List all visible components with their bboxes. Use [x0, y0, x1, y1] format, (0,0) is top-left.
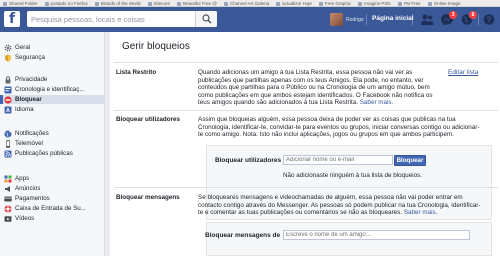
- ads-icon: [4, 185, 12, 193]
- bookmark[interactable]: Imagine PSD: [355, 0, 395, 6]
- bookmark[interactable]: FM Free: [395, 0, 425, 6]
- quick-help-button[interactable]: ?: [482, 13, 496, 26]
- sidebar-item-bloquear[interactable]: Bloquear: [0, 95, 104, 104]
- avatar: [330, 13, 343, 26]
- block-users-label: Bloquear utilizadores: [116, 116, 181, 123]
- facebook-logo[interactable]: f: [4, 11, 20, 27]
- sidebar-item-caixa-entrada-suporte[interactable]: Caixa de Entrada de Su...: [0, 204, 104, 213]
- bookmark-icon: [397, 1, 402, 6]
- top-navigation-bar: f Rodrigo Página inicial 3 8 ?: [0, 7, 500, 32]
- bookmark-icon: [94, 1, 99, 6]
- sidebar-item-notificacoes[interactable]: Notificações: [0, 129, 104, 138]
- divider: [478, 14, 479, 25]
- language-icon: A: [4, 106, 12, 114]
- mobile-icon: [4, 139, 12, 148]
- learn-more-link[interactable]: Saber mais.: [360, 99, 394, 106]
- sidebar-item-idioma[interactable]: A Idioma: [0, 105, 104, 114]
- inbox-icon: [4, 204, 12, 213]
- search-input[interactable]: [27, 11, 195, 27]
- edit-list-link[interactable]: Editar lista: [448, 69, 478, 76]
- divider: [412, 14, 413, 25]
- divider: [114, 62, 498, 63]
- bookmark[interactable]: Online Image: [425, 0, 465, 6]
- lock-icon: [4, 75, 12, 84]
- restricted-list-label: Lista Restrito: [116, 69, 157, 76]
- bookmark[interactable]: actualizar Hoje: [273, 0, 316, 6]
- message-count-badge: 3: [449, 11, 457, 19]
- shield-icon: [4, 54, 12, 62]
- search-icon: [202, 14, 212, 24]
- bookmark[interactable]: Brands of the World: [92, 0, 145, 6]
- sidebar-item-apps[interactable]: Apps: [0, 174, 104, 183]
- settings-sidebar: Geral Segurança Privacidade Cronologia e…: [0, 32, 105, 256]
- block-messages-input[interactable]: [283, 230, 470, 240]
- sidebar-item-telemovel[interactable]: Telemóvel: [0, 139, 104, 148]
- messages-button[interactable]: 3: [440, 11, 457, 26]
- bookmark-icon: [3, 1, 7, 6]
- restricted-list-description: Quando adicionas um amigo à tua Lista Re…: [198, 69, 433, 107]
- block-users-description: Assim que bloqueias alguém, essa pessoa …: [198, 116, 480, 139]
- friends-icon: [421, 14, 434, 25]
- sidebar-item-cronologia[interactable]: Cronologia e identificaç...: [0, 85, 104, 94]
- rss-icon: [4, 150, 12, 158]
- bookmark-icon: [276, 1, 281, 6]
- bookmark-icon: [44, 1, 49, 6]
- svg-text:?: ?: [487, 15, 492, 24]
- divider: [114, 110, 498, 111]
- page-title: Gerir bloqueios: [122, 41, 190, 52]
- friend-requests-button[interactable]: [420, 13, 434, 26]
- block-button[interactable]: Bloquear: [394, 155, 426, 166]
- block-icon: [4, 95, 12, 104]
- empty-block-list-note: Não adicionaste ninguém à tua lista de b…: [283, 172, 422, 179]
- timeline-icon: [4, 86, 12, 94]
- sidebar-item-anuncios[interactable]: Anúncios: [0, 184, 104, 193]
- bookmark-icon: [177, 1, 182, 6]
- notifications-button[interactable]: 8: [460, 11, 477, 26]
- home-link[interactable]: Página inicial: [372, 15, 414, 22]
- bookmark[interactable]: Channel Art Galeria: [221, 0, 273, 6]
- bookmark[interactable]: Sitecore: [145, 0, 175, 6]
- bookmark[interactable]: Beautiful Free @: [174, 0, 221, 6]
- sidebar-item-publicacoes-publicas[interactable]: Publicações públicas: [0, 149, 104, 158]
- apps-icon: [4, 175, 12, 183]
- bookmark-icon: [223, 1, 228, 6]
- sidebar-item-geral[interactable]: Geral: [0, 43, 104, 52]
- bookmark-icon: [358, 1, 363, 6]
- sidebar-item-pagamentos[interactable]: Pagamentos: [0, 194, 104, 203]
- gear-icon: [4, 44, 12, 52]
- profile-link[interactable]: Rodrigo: [330, 13, 364, 26]
- bookmark[interactable]: postado no Firefox: [42, 0, 92, 6]
- block-messages-field-label: Bloquear mensagens de: [205, 232, 281, 239]
- help-icon: ?: [483, 14, 495, 25]
- block-messages-box: Bloquear mensagens de: [205, 222, 492, 256]
- globe-icon: [4, 130, 12, 138]
- profile-name: Rodrigo: [346, 16, 364, 23]
- block-users-field-label: Bloquear utilizadores: [215, 157, 282, 164]
- svg-text:A: A: [6, 108, 10, 114]
- bookmarks-bar: Shared Folder postado no Firefox Brands of…: [0, 0, 500, 7]
- bookmark-icon: [147, 1, 152, 6]
- search-button[interactable]: [195, 11, 217, 27]
- card-icon: [4, 195, 12, 203]
- bookmark-icon: [318, 1, 323, 6]
- bookmark[interactable]: Shared Folder: [0, 0, 42, 6]
- block-user-input[interactable]: [283, 155, 393, 165]
- block-messages-description: Se bloqueares mensagens e videochamadas …: [198, 194, 481, 217]
- sidebar-item-seguranca[interactable]: Segurança: [0, 53, 104, 62]
- block-messages-label: Bloquear mensagens: [116, 194, 180, 201]
- bookmark-icon: [427, 1, 432, 6]
- divider: [366, 14, 367, 25]
- sidebar-item-privacidade[interactable]: Privacidade: [0, 75, 104, 84]
- video-icon: [4, 215, 12, 223]
- divider: [114, 187, 498, 188]
- notification-count-badge: 8: [469, 11, 477, 19]
- search-box: [27, 11, 217, 27]
- bookmark[interactable]: Free Graphic: [316, 0, 355, 6]
- learn-more-link[interactable]: Saber mais.: [404, 209, 438, 216]
- sidebar-item-videos[interactable]: Vídeos: [0, 214, 104, 223]
